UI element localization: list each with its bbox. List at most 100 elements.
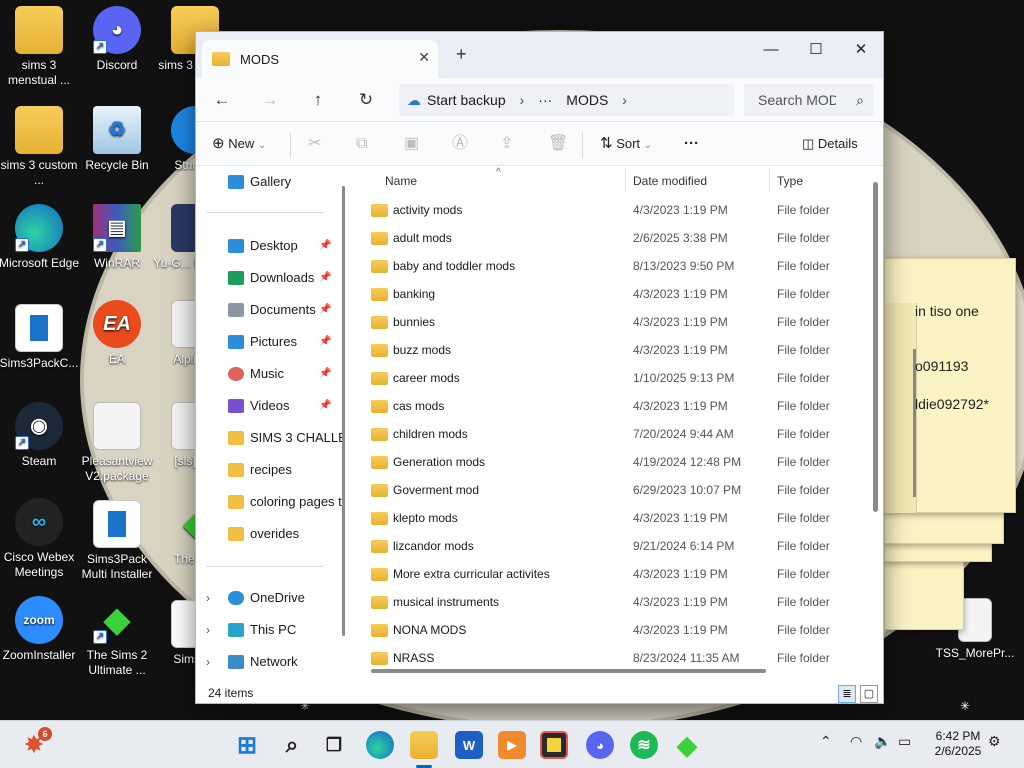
- pin-icon[interactable]: 📌: [319, 394, 331, 418]
- nav-item-pictures[interactable]: Pictures 📌: [196, 330, 342, 354]
- table-row[interactable]: musical instruments 4/3/2023 1:19 PM File …: [353, 588, 871, 616]
- desktop-icon-steam[interactable]: ◉ ↗ Steam: [0, 402, 82, 469]
- table-row[interactable]: NRASS 8/23/2024 11:35 AM File folder: [353, 644, 871, 672]
- edge-icon[interactable]: [366, 731, 394, 759]
- spotify-icon[interactable]: ≋: [630, 731, 658, 759]
- chevron-right-icon[interactable]: ›: [206, 650, 210, 674]
- wifi-icon[interactable]: ◠: [850, 733, 862, 750]
- column-header-name[interactable]: Name: [385, 166, 417, 196]
- show-hidden-icons[interactable]: ⌃: [820, 733, 832, 750]
- desktop-icon-ea[interactable]: EA EA: [74, 300, 160, 367]
- breadcrumb-ellipsis[interactable]: ···: [538, 92, 552, 108]
- media-icon[interactable]: ▶: [498, 731, 526, 759]
- copy-icon[interactable]: ⧉: [356, 132, 367, 156]
- desktop-icon-sims3pack-multi[interactable]: Sims3Pack Multi Installer: [74, 500, 160, 582]
- up-button[interactable]: ↑: [306, 88, 330, 112]
- title-bar[interactable]: MODS ✕ + — ☐ ✕: [196, 32, 883, 78]
- desktop-icon-recycle-bin[interactable]: ♻ Recycle Bin: [74, 106, 160, 173]
- table-row[interactable]: Goverment mod 6/29/2023 10:07 PM File fold…: [353, 476, 871, 504]
- column-header-date[interactable]: Date modified: [633, 166, 707, 196]
- table-row[interactable]: lizcandor mods 9/21/2024 6:14 PM File fold…: [353, 532, 871, 560]
- table-row[interactable]: career mods 1/10/2025 9:13 PM File folder: [353, 364, 871, 392]
- sort-button[interactable]: ⇅ Sort ⌄: [600, 132, 652, 156]
- pin-icon[interactable]: 📌: [319, 330, 331, 354]
- desktop-icon-webex[interactable]: ∞ Cisco Webex Meetings: [0, 498, 82, 580]
- sticky-note[interactable]: in tiso one o091193 ldie092792*: [884, 258, 1016, 513]
- table-row[interactable]: baby and toddler mods 8/13/2023 9:50 PM Fi…: [353, 252, 871, 280]
- nav-item-network[interactable]: › Network: [196, 650, 342, 674]
- desktop-icon-sims3-custom[interactable]: sims 3 custom ...: [0, 106, 82, 188]
- nav-item-desktop[interactable]: Desktop 📌: [196, 234, 342, 258]
- nav-item-sims3-challenges[interactable]: SIMS 3 CHALLEN: [196, 426, 342, 450]
- table-row[interactable]: Generation mods 4/19/2024 12:48 PM File fo…: [353, 448, 871, 476]
- pin-icon[interactable]: 📌: [319, 362, 331, 386]
- table-row[interactable]: children mods 7/20/2024 9:44 AM File folde…: [353, 420, 871, 448]
- volume-icon[interactable]: 🔈: [874, 733, 891, 750]
- desktop-icon-discord[interactable]: ◕ ↗ Discord: [74, 6, 160, 73]
- navigation-scrollbar[interactable]: [342, 166, 346, 682]
- notifications-icon[interactable]: ⚙: [988, 733, 1001, 750]
- back-button[interactable]: ←: [210, 88, 234, 112]
- rename-icon[interactable]: Ⓐ: [452, 132, 468, 156]
- tab-mods[interactable]: MODS ✕: [202, 40, 438, 78]
- nav-item-documents[interactable]: Documents 📌: [196, 298, 342, 322]
- table-row[interactable]: More extra curricular activites 4/3/2023 …: [353, 560, 871, 588]
- desktop-icon-sims3packc[interactable]: Sims3PackC...: [0, 304, 82, 371]
- table-row[interactable]: banking 4/3/2023 1:19 PM File folder: [353, 280, 871, 308]
- forward-button[interactable]: →: [258, 88, 282, 112]
- minimize-button[interactable]: —: [756, 38, 786, 62]
- task-view-icon[interactable]: ❐: [320, 731, 348, 759]
- nav-item-this-pc[interactable]: › This PC: [196, 618, 342, 642]
- delete-icon[interactable]: 🗑: [548, 132, 568, 156]
- file-explorer-icon[interactable]: [410, 731, 438, 759]
- nav-item-coloring-pages[interactable]: coloring pages t: [196, 490, 342, 514]
- desktop-icon-pleasantview[interactable]: Pleasantview V2.package: [74, 402, 160, 484]
- more-options-button[interactable]: ···: [684, 132, 699, 156]
- vertical-scrollbar[interactable]: [873, 182, 878, 512]
- search-icon[interactable]: ⌕: [278, 731, 306, 759]
- nav-item-recipes[interactable]: recipes: [196, 458, 342, 482]
- details-pane-button[interactable]: ◫ Details: [802, 132, 858, 156]
- table-row[interactable]: activity mods 4/3/2023 1:19 PM File folder: [353, 196, 871, 224]
- sticky-notes-icon[interactable]: [540, 731, 568, 759]
- desktop-icon-sims2[interactable]: ◆ ↗ The Sims 2 Ultimate ...: [74, 596, 160, 678]
- breadcrumb-current[interactable]: MODS: [566, 92, 608, 108]
- nav-item-gallery[interactable]: Gallery: [196, 170, 342, 194]
- start-icon[interactable]: ⊞: [233, 731, 261, 759]
- table-row[interactable]: NONA MODS 4/3/2023 1:19 PM File folder: [353, 616, 871, 644]
- new-tab-button[interactable]: +: [456, 44, 467, 65]
- maximize-button[interactable]: ☐: [801, 38, 831, 62]
- pin-icon[interactable]: 📌: [319, 298, 331, 322]
- battery-icon[interactable]: ▭: [898, 733, 911, 750]
- new-button[interactable]: ⊕ New ⌄: [212, 132, 266, 156]
- table-row[interactable]: klepto mods 4/3/2023 1:19 PM File folder: [353, 504, 871, 532]
- clock[interactable]: 6:42 PM 2/6/2025: [934, 729, 982, 759]
- table-row[interactable]: buzz mods 4/3/2023 1:19 PM File folder: [353, 336, 871, 364]
- table-row[interactable]: bunnies 4/3/2023 1:19 PM File folder: [353, 308, 871, 336]
- breadcrumb[interactable]: ☁ Start backup › ··· MODS ›: [399, 84, 734, 116]
- desktop-icon-winrar[interactable]: ▤ ↗ WinRAR: [74, 204, 160, 271]
- cut-icon[interactable]: ✂: [308, 132, 321, 156]
- chevron-right-icon[interactable]: ›: [622, 92, 627, 108]
- nav-item-overides[interactable]: overides: [196, 522, 342, 546]
- pin-icon[interactable]: 📌: [319, 234, 331, 258]
- share-icon[interactable]: ⇪: [500, 132, 513, 156]
- desktop-icon-sims3-menstual[interactable]: sims 3 menstual ...: [0, 6, 82, 88]
- search-input[interactable]: Search MODS ⌕: [744, 84, 874, 116]
- close-button[interactable]: ✕: [846, 38, 876, 62]
- refresh-button[interactable]: ↻: [354, 88, 378, 112]
- table-row[interactable]: adult mods 2/6/2025 3:38 PM File folder: [353, 224, 871, 252]
- desktop-icon-zoom[interactable]: zoom ZoomInstaller: [0, 596, 82, 663]
- word-icon[interactable]: W: [455, 731, 483, 759]
- table-row[interactable]: cas mods 4/3/2023 1:19 PM File folder: [353, 392, 871, 420]
- close-icon[interactable]: ✕: [418, 49, 430, 66]
- nav-item-downloads[interactable]: Downloads 📌: [196, 266, 342, 290]
- discord-icon[interactable]: ◕: [586, 731, 614, 759]
- desktop-icon-edge[interactable]: ↗ Microsoft Edge: [0, 204, 82, 271]
- nav-item-onedrive[interactable]: › OneDrive: [196, 586, 342, 610]
- nav-item-music[interactable]: Music 📌: [196, 362, 342, 386]
- column-header-type[interactable]: Type: [777, 166, 803, 196]
- chevron-right-icon[interactable]: ›: [206, 618, 210, 642]
- sims-icon[interactable]: ◆: [673, 730, 701, 760]
- nav-item-videos[interactable]: Videos 📌: [196, 394, 342, 418]
